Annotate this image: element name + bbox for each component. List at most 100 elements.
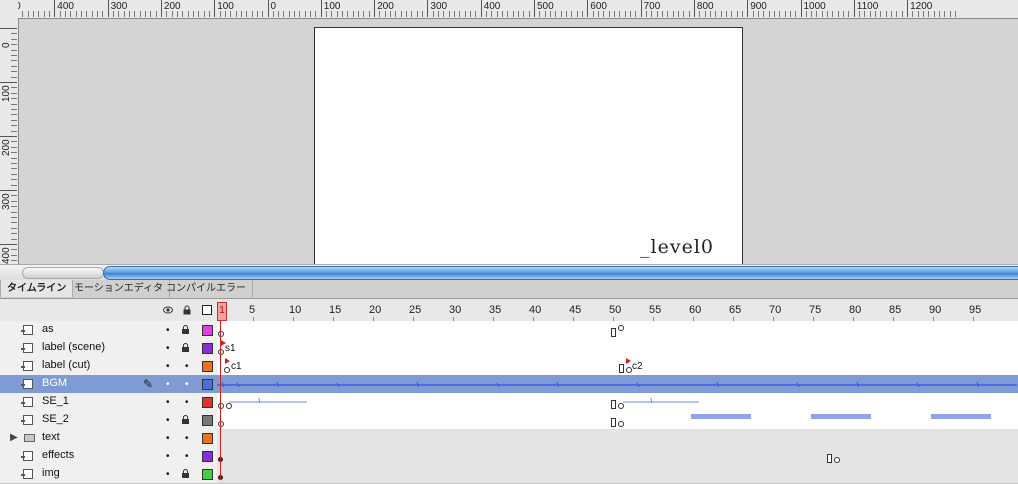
lock-icon[interactable] <box>181 415 190 424</box>
frame-track[interactable] <box>217 375 1018 393</box>
lock-dot[interactable]: • <box>185 433 189 444</box>
frame-number[interactable]: 60 <box>689 304 701 316</box>
visibility-dot[interactable]: • <box>166 379 170 390</box>
layer-color[interactable] <box>202 361 213 372</box>
frame-track[interactable]: s1 <box>217 339 1018 357</box>
stage-area[interactable]: _level0 <box>19 19 1018 264</box>
lock-icon[interactable] <box>181 325 190 334</box>
frame-track[interactable] <box>217 429 1018 447</box>
frame-number[interactable]: 30 <box>449 304 461 316</box>
frame-track[interactable] <box>217 393 1018 411</box>
layer-row[interactable]: BGM ✎ • • <box>0 375 1018 394</box>
frame-track[interactable] <box>217 465 1018 483</box>
keyframe[interactable] <box>834 457 840 463</box>
lock-dot[interactable]: • <box>185 451 189 462</box>
scrollbar-track-left[interactable] <box>22 267 104 279</box>
playhead[interactable]: 1 <box>217 302 227 321</box>
layer-row[interactable]: img • <box>0 465 1018 484</box>
frame-track[interactable] <box>217 321 1018 339</box>
keyframe[interactable] <box>618 421 624 427</box>
lock-dot[interactable]: • <box>185 361 189 372</box>
frame-number[interactable]: 45 <box>569 304 581 316</box>
frame-number[interactable]: 5 <box>249 304 255 316</box>
horizontal-scrollbar[interactable] <box>0 264 1018 280</box>
tab-motion-editor[interactable]: モーションエディタ <box>68 280 171 297</box>
layer-row[interactable]: ▶ text • • <box>0 429 1018 448</box>
frame-number[interactable]: 65 <box>729 304 741 316</box>
ruler-tick-minor <box>933 11 935 17</box>
lock-icon[interactable] <box>182 305 192 315</box>
keyframe[interactable] <box>218 331 224 337</box>
frame-end[interactable] <box>611 328 616 337</box>
layer-color[interactable] <box>202 343 213 354</box>
layer-color[interactable] <box>202 379 213 390</box>
layer-row[interactable]: as • <box>0 321 1018 340</box>
tab-timeline[interactable]: タイムライン <box>0 280 74 297</box>
layer-color[interactable] <box>202 325 213 336</box>
ruler-tick-minor <box>661 11 663 17</box>
frame-number[interactable]: 75 <box>809 304 821 316</box>
ruler-tick-minor <box>32 11 34 17</box>
frame-number[interactable]: 40 <box>529 304 541 316</box>
frame-number[interactable]: 35 <box>489 304 501 316</box>
visibility-dot[interactable]: • <box>166 343 170 354</box>
keyframe[interactable] <box>618 325 624 331</box>
frame-end[interactable] <box>611 418 616 427</box>
frame-number[interactable]: 95 <box>969 304 981 316</box>
frame-end[interactable] <box>619 364 624 373</box>
frame-end[interactable] <box>827 454 832 463</box>
visibility-dot[interactable]: • <box>166 325 170 336</box>
frame-number[interactable]: 70 <box>769 304 781 316</box>
layer-row[interactable]: effects • • <box>0 447 1018 466</box>
layer-row[interactable]: label (scene) • s1 <box>0 339 1018 358</box>
ruler-tick-minor <box>11 233 17 235</box>
ruler-tick-minor <box>75 11 77 17</box>
lock-icon[interactable] <box>181 343 190 352</box>
visibility-dot[interactable]: • <box>166 415 170 426</box>
frame-number[interactable]: 85 <box>889 304 901 316</box>
frame-number[interactable]: 90 <box>929 304 941 316</box>
tab-compile-errors[interactable]: コンパイルエラー <box>160 280 253 297</box>
lock-icon[interactable] <box>181 469 190 478</box>
visibility-dot[interactable]: • <box>166 469 170 480</box>
visibility-dot[interactable]: • <box>166 361 170 372</box>
ruler-tick-minor <box>251 11 253 17</box>
keyframe[interactable] <box>226 403 232 409</box>
keyframe[interactable] <box>618 403 624 409</box>
frame-number[interactable]: 10 <box>289 304 301 316</box>
stage-canvas[interactable]: _level0 <box>314 27 743 264</box>
frame-track[interactable] <box>217 411 1018 429</box>
frame-number[interactable]: 25 <box>409 304 421 316</box>
frame-end[interactable] <box>611 400 616 409</box>
expand-arrow-icon[interactable]: ▶ <box>10 432 18 443</box>
layer-row[interactable]: SE_1 • • <box>0 393 1018 412</box>
layer-color[interactable] <box>202 415 213 426</box>
visibility-dot[interactable]: • <box>166 451 170 462</box>
keyframe[interactable] <box>218 421 224 427</box>
keyframe[interactable] <box>218 403 224 409</box>
layer-row[interactable]: label (cut) • • c1 c2 <box>0 357 1018 376</box>
ruler-label: 700 <box>643 1 661 12</box>
layer-row[interactable]: SE_2 • <box>0 411 1018 430</box>
visibility-dot[interactable]: • <box>166 397 170 408</box>
frame-number[interactable]: 20 <box>369 304 381 316</box>
lock-dot[interactable]: • <box>185 379 189 390</box>
frame-track[interactable] <box>217 447 1018 465</box>
frame-track[interactable]: c1 c2 <box>217 357 1018 375</box>
layer-color[interactable] <box>202 451 213 462</box>
frame-number[interactable]: 15 <box>329 304 341 316</box>
ruler-tick-minor <box>43 11 45 17</box>
lock-dot[interactable]: • <box>185 397 189 408</box>
layer-color[interactable] <box>202 397 213 408</box>
layer-color[interactable] <box>202 469 213 480</box>
frame-number[interactable]: 80 <box>849 304 861 316</box>
keyframe[interactable] <box>218 349 224 355</box>
scrollbar-thumb[interactable] <box>103 266 1018 280</box>
frame-number[interactable]: 55 <box>649 304 661 316</box>
visibility-dot[interactable]: • <box>166 433 170 444</box>
layer-color[interactable] <box>202 433 213 444</box>
frame-number[interactable]: 50 <box>609 304 621 316</box>
eye-icon[interactable] <box>163 305 173 315</box>
keyframe[interactable] <box>224 367 230 373</box>
outline-icon[interactable] <box>202 305 212 315</box>
